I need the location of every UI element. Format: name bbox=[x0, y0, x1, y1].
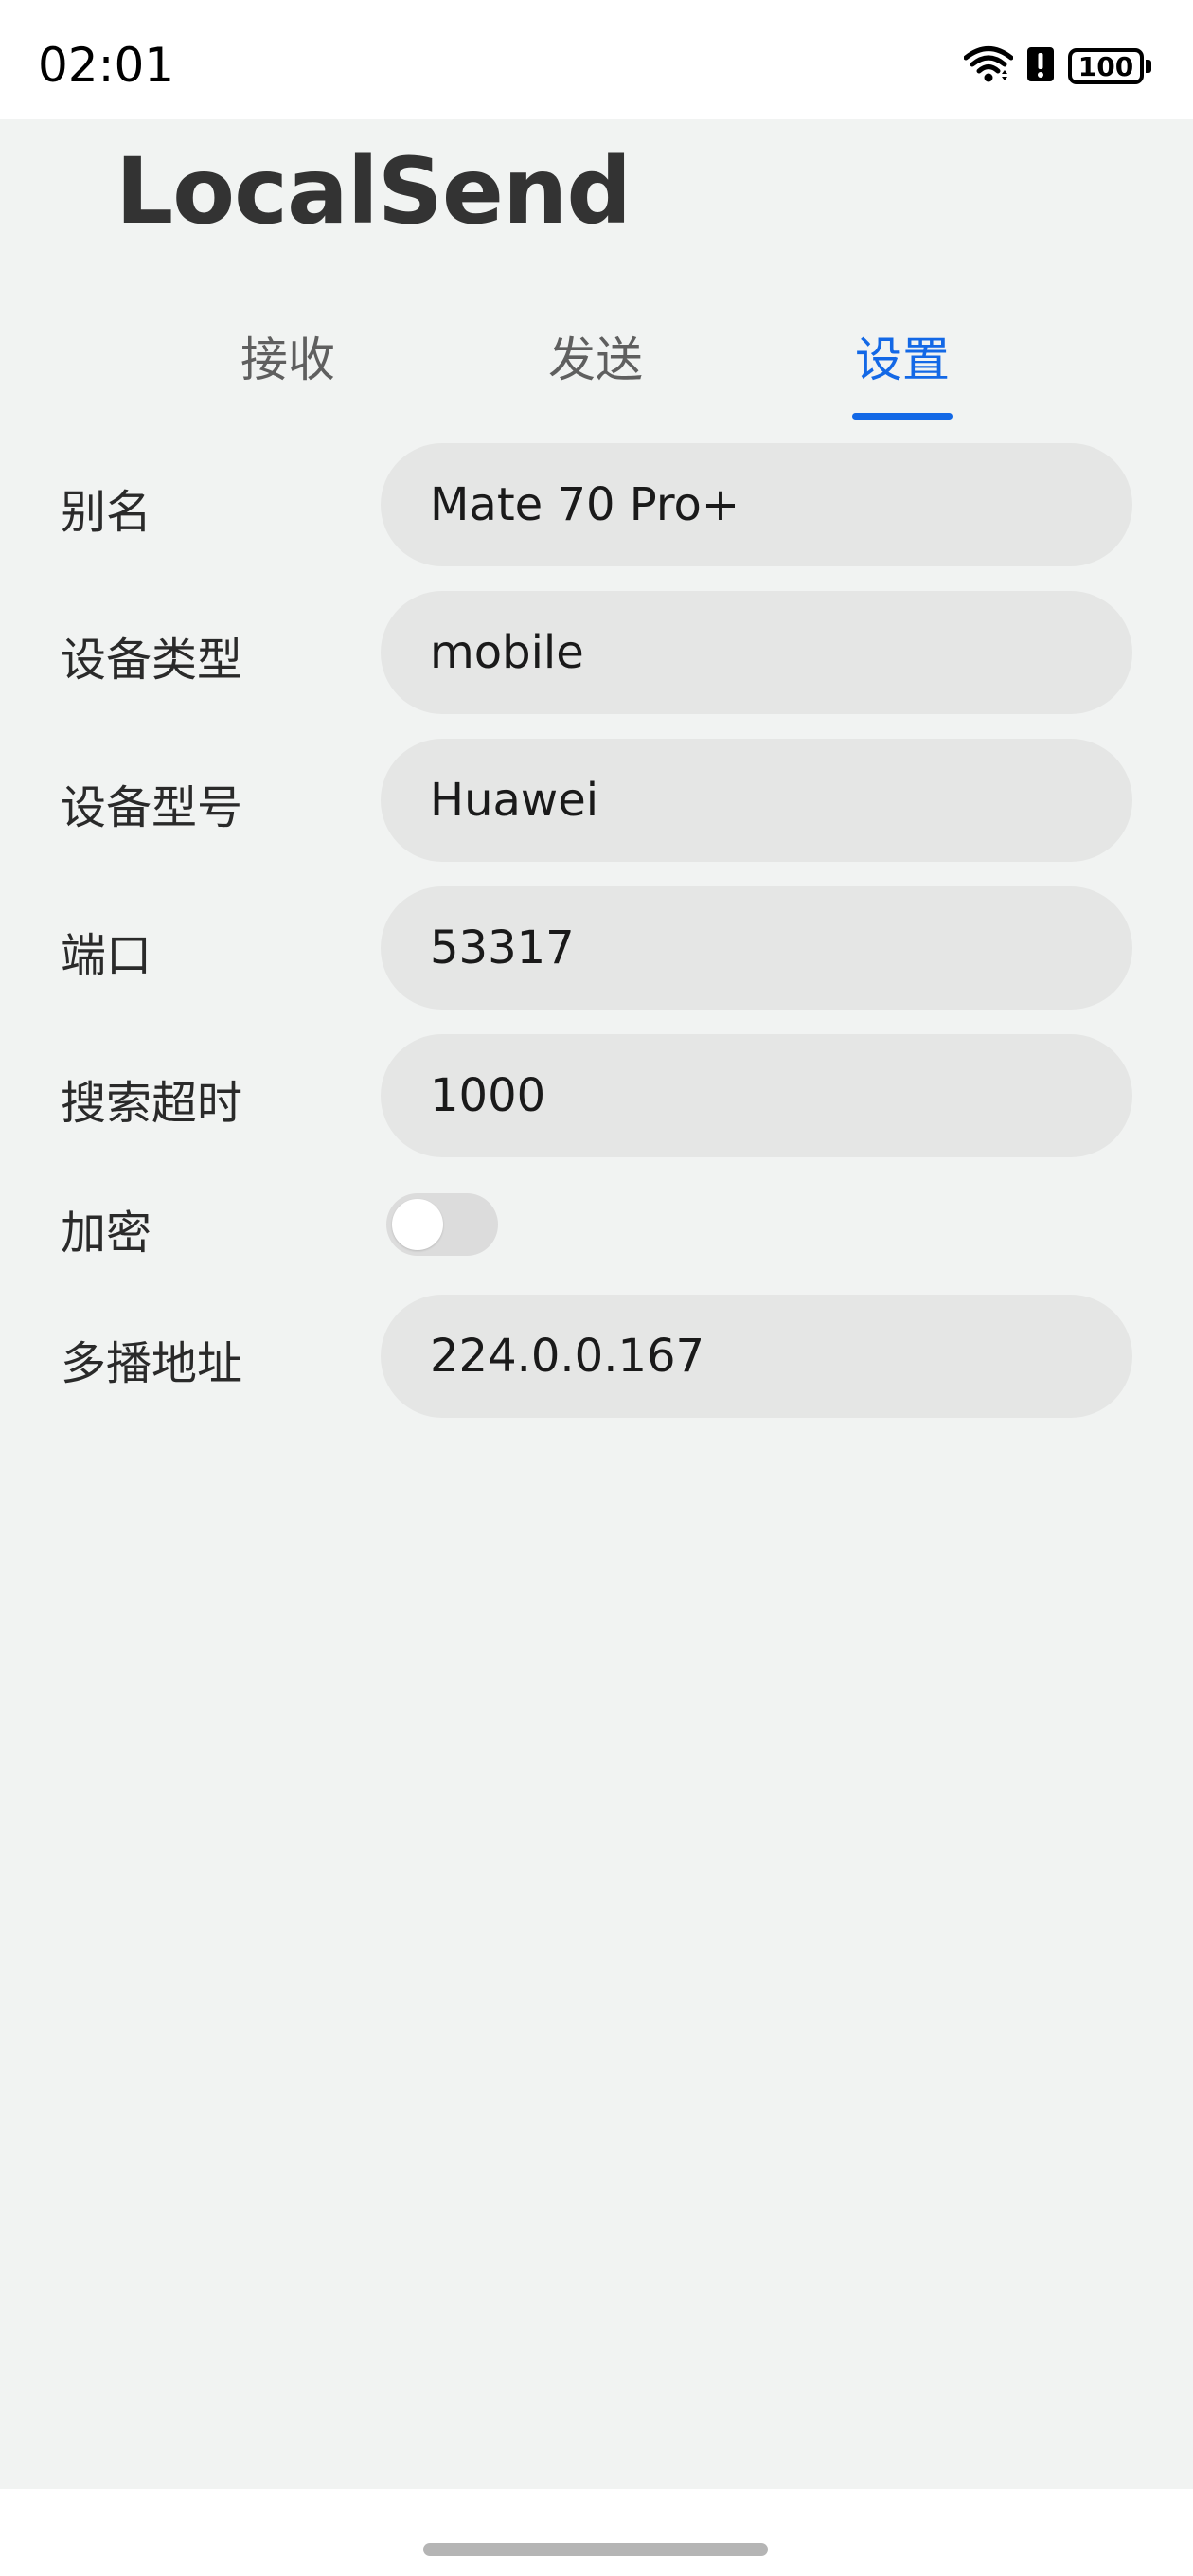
alias-field[interactable]: Mate 70 Pro+ bbox=[381, 443, 1132, 566]
device-type-field[interactable]: mobile bbox=[381, 591, 1132, 714]
toggle-knob bbox=[392, 1199, 443, 1250]
device-type-label: 设备类型 bbox=[61, 634, 243, 687]
status-bar: 02:01 100 bbox=[0, 0, 1193, 119]
encryption-toggle[interactable] bbox=[386, 1193, 498, 1256]
discovery-timeout-field[interactable]: 1000 bbox=[381, 1034, 1132, 1157]
tab-bar: 接收 发送 设置 bbox=[0, 322, 1193, 420]
port-label: 端口 bbox=[61, 929, 152, 982]
wifi-icon bbox=[963, 45, 1014, 87]
alias-label: 别名 bbox=[61, 486, 152, 539]
multicast-address-label: 多播地址 bbox=[61, 1337, 243, 1390]
port-field[interactable]: 53317 bbox=[381, 886, 1132, 1010]
battery-icon: 100 bbox=[1068, 48, 1151, 84]
multicast-address-field[interactable]: 224.0.0.167 bbox=[381, 1295, 1132, 1418]
status-time: 02:01 bbox=[38, 38, 175, 93]
discovery-timeout-label: 搜索超时 bbox=[61, 1077, 243, 1130]
home-indicator[interactable] bbox=[423, 2543, 768, 2556]
battery-level: 100 bbox=[1068, 48, 1144, 84]
alert-icon bbox=[1026, 45, 1055, 87]
device-model-field[interactable]: Huawei bbox=[381, 739, 1132, 862]
device-model-label: 设备型号 bbox=[61, 781, 243, 834]
navigation-area bbox=[0, 2489, 1193, 2576]
tab-receive[interactable]: 接收 bbox=[193, 322, 383, 390]
battery-tip bbox=[1146, 60, 1151, 73]
status-icons: 100 bbox=[963, 45, 1151, 87]
tab-send[interactable]: 发送 bbox=[501, 322, 690, 390]
encryption-label: 加密 bbox=[61, 1207, 152, 1260]
app-title: LocalSend bbox=[116, 138, 632, 244]
tab-settings[interactable]: 设置 bbox=[808, 322, 997, 390]
tab-active-indicator bbox=[852, 413, 953, 420]
